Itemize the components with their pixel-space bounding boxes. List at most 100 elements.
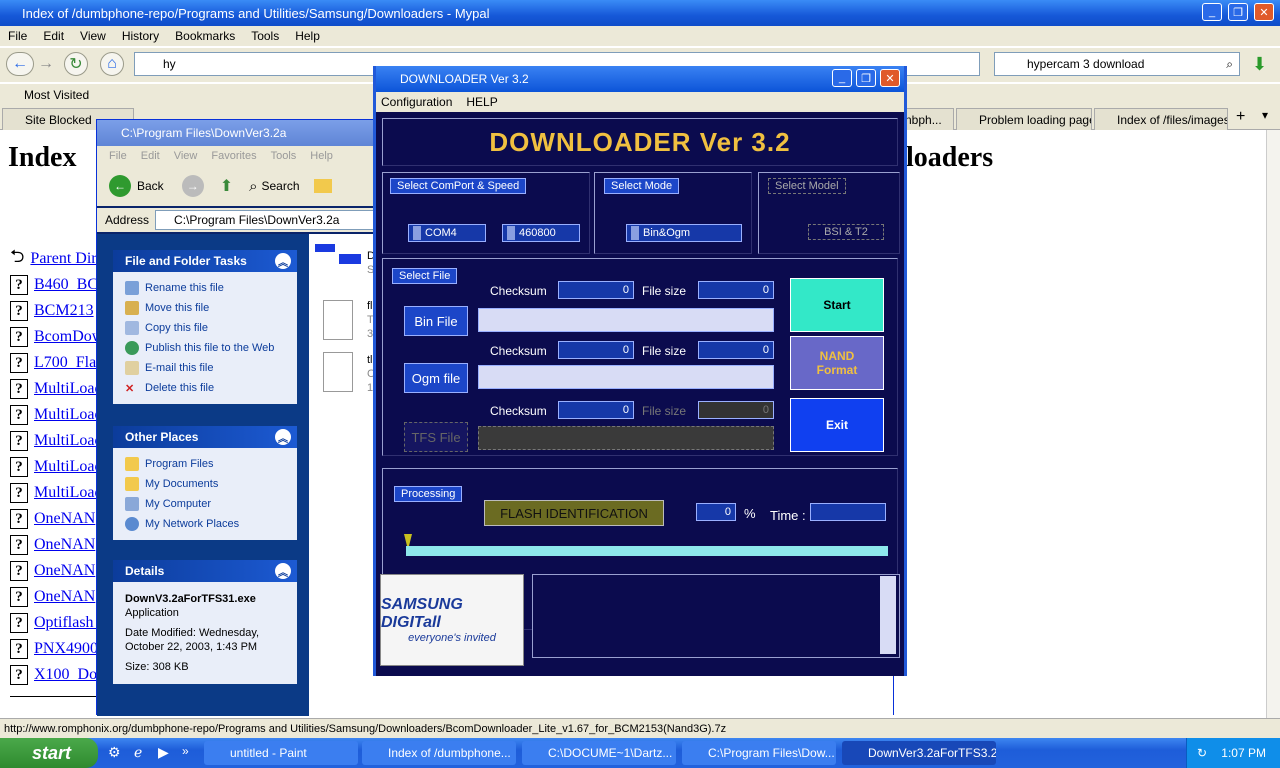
- file-name[interactable]: fl: [367, 300, 373, 312]
- explorer-menu-favorites[interactable]: Favorites: [211, 150, 256, 162]
- minimize-icon[interactable]: _: [1202, 3, 1222, 21]
- place-my-documents[interactable]: My Documents: [125, 474, 297, 494]
- search-icon[interactable]: ⌕: [1226, 57, 1233, 72]
- file-link[interactable]: MultiLoac: [34, 484, 102, 502]
- address-input[interactable]: C:\Program Files\DownVer3.2a: [155, 210, 386, 230]
- ogm-file-path[interactable]: [478, 365, 774, 389]
- program-icon[interactable]: [315, 244, 335, 252]
- explorer-back-button[interactable]: Back: [137, 179, 164, 193]
- task-paint[interactable]: untitled - Paint: [204, 741, 358, 765]
- maximize-icon[interactable]: ❐: [856, 69, 876, 87]
- clock[interactable]: 1:07 PM: [1221, 746, 1266, 760]
- ogm-file-button[interactable]: Ogm file: [404, 363, 468, 393]
- place-program-files[interactable]: Program Files: [125, 454, 297, 474]
- tab-problem-loading[interactable]: Problem loading page: [956, 108, 1092, 130]
- folder-up-icon[interactable]: ⬆: [220, 176, 233, 196]
- comport-select[interactable]: COM4: [408, 224, 486, 242]
- explorer-menu-edit[interactable]: Edit: [141, 150, 160, 162]
- file-link[interactable]: MultiLoac: [34, 432, 102, 450]
- tab-list-icon[interactable]: ▾: [1262, 108, 1268, 122]
- explorer-menu-help[interactable]: Help: [310, 150, 333, 162]
- file-link[interactable]: OneNAN: [34, 562, 95, 580]
- exit-button[interactable]: Exit: [790, 398, 884, 452]
- file-link[interactable]: OneNAN: [34, 510, 95, 528]
- task-delete[interactable]: ✕ Delete this file: [125, 378, 297, 398]
- collapse-icon[interactable]: ︽: [275, 563, 291, 579]
- file-link[interactable]: Optiflash_: [34, 614, 102, 632]
- media-player-icon[interactable]: ▶: [158, 744, 169, 761]
- file-link[interactable]: MultiLoac: [34, 458, 102, 476]
- collapse-icon[interactable]: ︽: [275, 429, 291, 445]
- tfs-file-path[interactable]: [478, 426, 774, 450]
- minimize-icon[interactable]: _: [832, 69, 852, 87]
- collapse-icon[interactable]: ︽: [275, 253, 291, 269]
- file-link[interactable]: X100_Do: [34, 666, 97, 684]
- parent-directory-link[interactable]: Parent Dir: [30, 250, 96, 268]
- explorer-menu-tools[interactable]: Tools: [271, 150, 297, 162]
- panel-header[interactable]: Details ︽: [113, 560, 297, 582]
- menu-file[interactable]: File: [8, 29, 27, 43]
- start-button[interactable]: start: [0, 738, 98, 768]
- file-link[interactable]: MultiLoac: [34, 380, 102, 398]
- tray-network-icon[interactable]: ↻: [1197, 746, 1207, 760]
- file-link[interactable]: OneNAN: [34, 588, 95, 606]
- tab-partial[interactable]: nbph...: [900, 108, 954, 130]
- maximize-icon[interactable]: ❐: [1228, 3, 1248, 21]
- close-icon[interactable]: ✕: [1254, 3, 1274, 21]
- menu-help[interactable]: HELP: [466, 95, 497, 109]
- spinner-icon[interactable]: [631, 226, 639, 240]
- task-email[interactable]: E-mail this file: [125, 358, 297, 378]
- file-link[interactable]: BCM213: [34, 302, 94, 320]
- text-file-icon[interactable]: [323, 300, 353, 340]
- start-button[interactable]: Start: [790, 278, 884, 332]
- place-my-network[interactable]: My Network Places: [125, 514, 297, 534]
- forward-arrow-icon[interactable]: →: [181, 175, 204, 197]
- task-rename[interactable]: Rename this file: [125, 278, 297, 298]
- close-icon[interactable]: ✕: [880, 69, 900, 87]
- spinner-icon[interactable]: [507, 226, 515, 240]
- home-icon[interactable]: ⌂: [100, 52, 124, 76]
- explorer-search-button[interactable]: Search: [262, 179, 300, 193]
- menu-help[interactable]: Help: [295, 29, 320, 43]
- log-scrollbar[interactable]: [880, 576, 896, 654]
- task-copy[interactable]: Copy this file: [125, 318, 297, 338]
- model-select[interactable]: BSI & T2: [808, 224, 884, 240]
- reload-icon[interactable]: ↻: [64, 52, 88, 76]
- nand-format-button[interactable]: NAND Format: [790, 336, 884, 390]
- mode-select[interactable]: Bin&Ogm: [626, 224, 742, 242]
- back-arrow-icon[interactable]: ←: [6, 52, 34, 76]
- menu-tools[interactable]: Tools: [251, 29, 279, 43]
- file-name[interactable]: tl: [367, 354, 373, 366]
- place-my-computer[interactable]: My Computer: [125, 494, 297, 514]
- config-file-icon[interactable]: [323, 352, 353, 392]
- menu-view[interactable]: View: [80, 29, 106, 43]
- task-publish[interactable]: Publish this file to the Web: [125, 338, 297, 358]
- search-icon[interactable]: ⌕: [249, 178, 257, 195]
- task-7zip[interactable]: C:\DOCUME~1\Dartz...: [522, 741, 676, 765]
- browser-icon[interactable]: ℯ: [134, 744, 142, 761]
- bin-file-button[interactable]: Bin File: [404, 306, 468, 336]
- forward-arrow-icon[interactable]: →: [36, 52, 56, 76]
- quicklaunch-icon[interactable]: ⚙: [108, 744, 121, 761]
- panel-header[interactable]: Other Places ︽: [113, 426, 297, 448]
- tfs-file-button[interactable]: TFS File: [404, 422, 468, 452]
- download-arrow-icon[interactable]: ⬇: [1252, 54, 1267, 75]
- menu-bookmarks[interactable]: Bookmarks: [175, 29, 235, 43]
- spinner-icon[interactable]: [413, 226, 421, 240]
- task-downloader[interactable]: DownVer3.2aForTFS3.2: [842, 741, 996, 765]
- back-arrow-icon[interactable]: ←: [109, 175, 131, 197]
- file-link[interactable]: B460_BC: [34, 276, 98, 294]
- explorer-menu-file[interactable]: File: [109, 150, 127, 162]
- file-link[interactable]: MultiLoac: [34, 406, 102, 424]
- file-link[interactable]: OneNAN: [34, 536, 95, 554]
- file-link[interactable]: BcomDow: [34, 328, 103, 346]
- task-browser[interactable]: Index of /dumbphone...: [362, 741, 516, 765]
- bin-file-path[interactable]: [478, 308, 774, 332]
- task-explorer[interactable]: C:\Program Files\Dow...: [682, 741, 836, 765]
- log-output[interactable]: [532, 574, 900, 658]
- page-scrollbar[interactable]: [1266, 130, 1280, 718]
- new-tab-icon[interactable]: +: [1236, 108, 1245, 126]
- folders-icon[interactable]: [313, 179, 332, 193]
- menu-history[interactable]: History: [122, 29, 159, 43]
- speed-select[interactable]: 460800: [502, 224, 580, 242]
